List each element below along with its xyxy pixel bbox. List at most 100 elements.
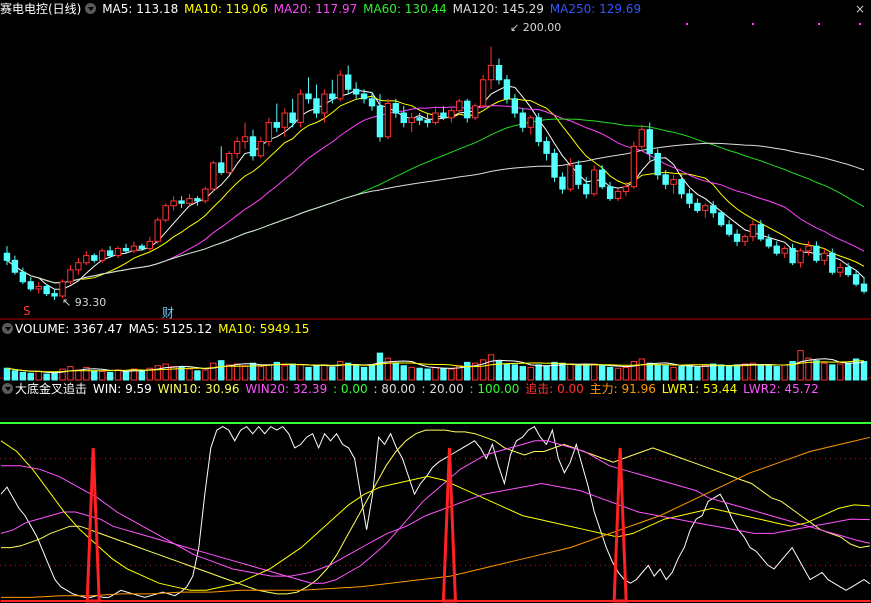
candle-body	[860, 283, 868, 292]
candle-body	[289, 112, 296, 124]
candle-body	[27, 281, 34, 290]
ma60-label: MA60: 130.44	[363, 2, 447, 16]
candle-body	[114, 247, 122, 257]
candle-body	[591, 169, 598, 195]
candle-body	[3, 252, 11, 261]
candle-body	[495, 65, 503, 81]
chevron-down-icon[interactable]	[2, 383, 13, 394]
candle-body	[741, 236, 749, 242]
volume-bar	[813, 360, 820, 381]
volume-bar	[559, 362, 566, 381]
volume-bar	[821, 362, 828, 381]
zhuiji-label: 追击: 0.00	[525, 382, 584, 396]
candle-body	[614, 190, 622, 200]
candle-body	[567, 164, 574, 190]
volume-bar	[662, 365, 669, 381]
candle-body	[464, 100, 471, 119]
volume-bar	[583, 364, 590, 381]
volume-bar	[281, 365, 288, 381]
candle-body	[392, 103, 400, 114]
stock-chart[interactable]	[0, 0, 871, 603]
volume-bar	[448, 368, 455, 381]
sell-marker: S	[23, 304, 31, 318]
candle-body	[360, 93, 368, 100]
volume-bar	[178, 366, 185, 381]
candle-body	[424, 119, 431, 124]
candle-body	[51, 293, 58, 297]
candle-body	[686, 193, 693, 204]
volume-bar	[91, 370, 98, 381]
zhuli-line	[1, 436, 871, 598]
event-marker	[818, 23, 820, 25]
candle-body	[717, 212, 725, 226]
volume-bar	[686, 364, 693, 381]
candle-body	[154, 219, 161, 242]
ma20-label: MA20: 117.97	[273, 2, 358, 16]
event-marker	[859, 23, 861, 25]
win-label: WIN: 9.59	[92, 382, 152, 396]
volume-bar	[313, 365, 320, 381]
volume-bar	[321, 364, 328, 381]
candle-body	[694, 202, 701, 211]
chevron-down-icon[interactable]	[85, 3, 97, 14]
chevron-down-icon[interactable]	[2, 323, 13, 334]
candle-body	[19, 271, 27, 283]
ma20-line	[6, 105, 865, 284]
volume-bar	[360, 366, 368, 381]
candle-body	[471, 105, 479, 119]
candle-body	[313, 98, 320, 114]
candle-body	[630, 145, 638, 188]
volume-bar	[75, 369, 82, 381]
candle-body	[598, 169, 606, 188]
volume-bar	[392, 362, 400, 381]
candle-body	[83, 255, 90, 264]
candle-body	[805, 245, 812, 252]
candle-body	[106, 250, 114, 257]
volume-bar	[59, 368, 66, 381]
win10-label: WIN10: 30.96	[157, 382, 240, 396]
volume-bar	[162, 363, 169, 381]
volume-bar	[27, 372, 34, 381]
volume-bar	[225, 364, 233, 381]
volume-bar	[797, 350, 804, 381]
volume-bar	[194, 370, 201, 381]
volume-bar	[781, 364, 788, 381]
candle-body	[487, 65, 495, 81]
candle-body	[241, 136, 249, 143]
volume-ma10-label: MA10: 5949.15	[218, 322, 310, 336]
volume-bar	[829, 364, 836, 381]
volume-bar	[725, 365, 733, 381]
candle-body	[11, 259, 19, 273]
volume-bar	[805, 357, 812, 381]
candle-body	[654, 152, 661, 176]
volume-ma5-label: MA5: 5125.12	[128, 322, 213, 336]
c80-label: : 80.00	[373, 382, 416, 396]
candle-body	[543, 141, 550, 154]
candle-body	[162, 205, 169, 221]
price-header: 赛电电控(日线) MA5: 113.18 MA10: 119.06 MA20: …	[0, 0, 643, 18]
volume-bar	[749, 362, 757, 381]
candle-body	[575, 164, 582, 185]
volume-bar	[567, 363, 574, 381]
candle-body	[233, 141, 241, 154]
candle-body	[273, 122, 280, 128]
candle-body	[678, 179, 685, 195]
volume-bar	[122, 371, 130, 381]
candle-body	[368, 98, 376, 107]
ma5-label: MA5: 113.18	[102, 2, 179, 16]
volume-bar	[329, 366, 336, 381]
close-icon[interactable]: ×	[855, 2, 865, 16]
volume-bar	[265, 364, 273, 381]
candle-body	[130, 245, 138, 252]
candle-body	[400, 112, 407, 124]
candle-body	[194, 198, 201, 202]
volume-bar	[630, 361, 638, 381]
finance-marker[interactable]: 财	[162, 304, 174, 321]
candle-body	[440, 112, 447, 119]
volume-bar	[741, 363, 749, 381]
lwr1-line	[0, 440, 871, 591]
volume-bar	[464, 361, 471, 381]
candle-body	[408, 117, 415, 124]
candle-body	[638, 129, 646, 147]
candle-body	[345, 74, 352, 90]
